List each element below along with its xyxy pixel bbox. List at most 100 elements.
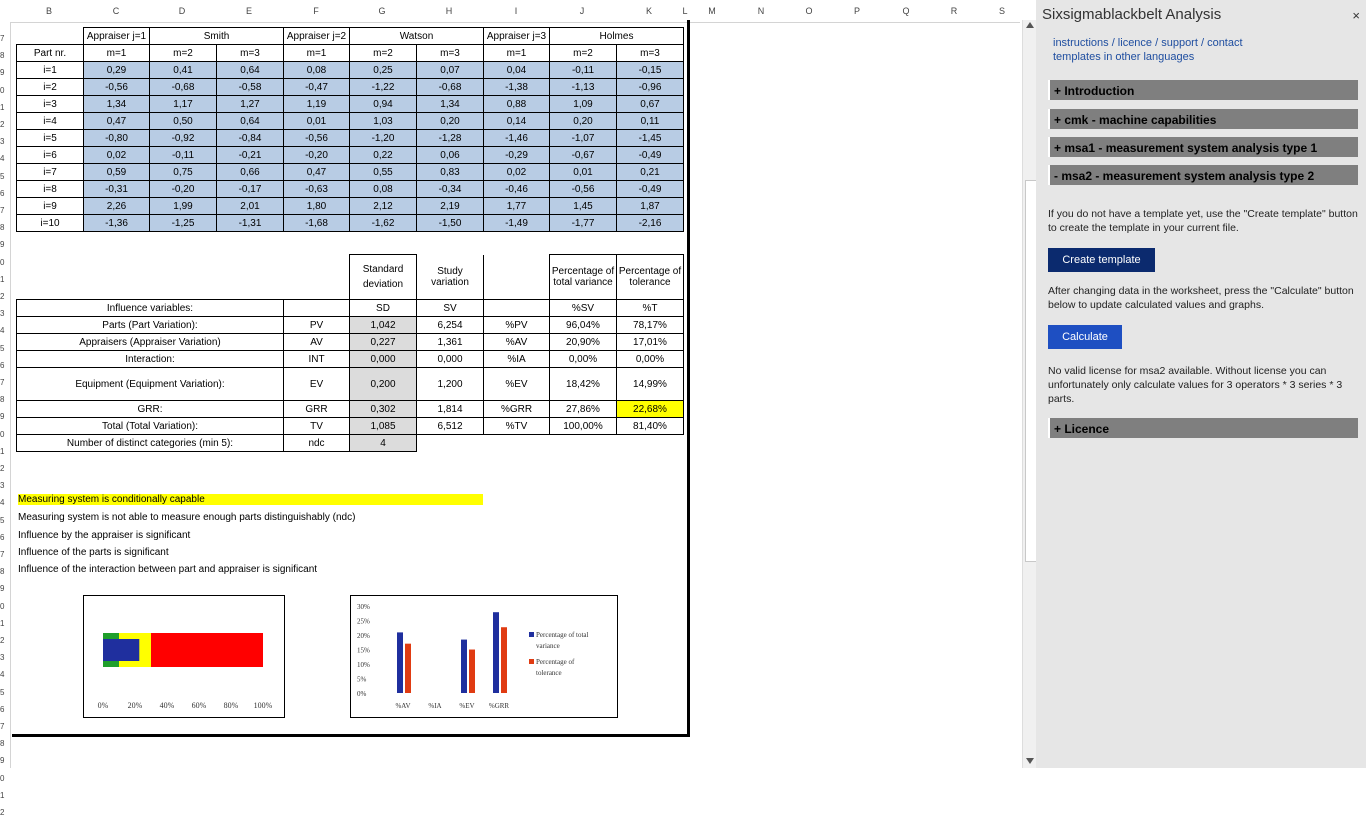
measurement-cell[interactable]: 0,25 <box>349 61 417 79</box>
part-label[interactable]: i=8 <box>16 180 84 198</box>
result-sv[interactable]: 6,254 <box>416 316 484 334</box>
result-pct-abbr[interactable]: %PV <box>483 316 550 334</box>
result-label[interactable]: GRR: <box>16 400 284 418</box>
measurement-cell[interactable]: 0,14 <box>483 112 550 130</box>
row-header[interactable]: 5 <box>0 344 4 353</box>
measurement-cell[interactable]: -0,84 <box>216 129 284 147</box>
measurement-cell[interactable]: 0,08 <box>283 61 350 79</box>
measurement-cell[interactable]: -1,20 <box>349 129 417 147</box>
row-header[interactable]: 8 <box>0 395 4 404</box>
measurement-cell[interactable]: 0,20 <box>416 112 484 130</box>
result-sv[interactable]: 1,814 <box>416 400 484 418</box>
result-pct-abbr[interactable] <box>483 299 550 317</box>
row-header[interactable]: 5 <box>0 172 4 181</box>
templates-link[interactable]: templates in other languages <box>1053 51 1194 63</box>
measurement-cell[interactable]: 0,07 <box>416 61 484 79</box>
row-header[interactable]: 9 <box>0 584 4 593</box>
measurement-cell[interactable]: 0,59 <box>83 163 150 181</box>
row-header[interactable]: 0 <box>0 430 4 439</box>
row-header[interactable]: 7 <box>0 722 4 731</box>
measurement-cell[interactable]: 0,64 <box>216 61 284 79</box>
measurement-cell[interactable]: 0,55 <box>349 163 417 181</box>
appraiser-label[interactable]: Appraiser j=1 <box>83 27 150 45</box>
measurement-cell[interactable]: -0,63 <box>283 180 350 198</box>
measurement-cell[interactable]: -0,80 <box>83 129 150 147</box>
measurement-cell[interactable]: -2,16 <box>616 214 684 232</box>
close-icon[interactable]: × <box>1352 8 1360 23</box>
column-header[interactable]: Q <box>902 6 909 16</box>
result-pct-total[interactable]: 96,04% <box>549 316 617 334</box>
measurement-cell[interactable]: 0,02 <box>483 163 550 181</box>
part-label[interactable]: i=7 <box>16 163 84 181</box>
empty-cell[interactable] <box>17 255 284 300</box>
ndc-abbr[interactable]: ndc <box>283 434 350 452</box>
scroll-down-arrow-icon[interactable] <box>1026 758 1034 764</box>
part-label[interactable]: i=2 <box>16 78 84 96</box>
column-header[interactable]: H <box>446 6 453 16</box>
measurement-cell[interactable]: 2,01 <box>216 197 284 215</box>
vertical-scrollbar[interactable] <box>1022 20 1037 768</box>
result-abbr[interactable]: AV <box>283 333 350 351</box>
ndc-value[interactable]: 4 <box>349 434 417 452</box>
row-header[interactable]: 4 <box>0 498 4 507</box>
measurement-header[interactable]: m=2 <box>349 44 417 62</box>
column-header[interactable]: E <box>246 6 252 16</box>
measurement-header[interactable]: m=3 <box>216 44 284 62</box>
measurement-header[interactable]: m=3 <box>616 44 684 62</box>
measurement-cell[interactable]: -1,38 <box>483 78 550 96</box>
measurement-cell[interactable]: -1,45 <box>616 129 684 147</box>
measurement-cell[interactable]: -0,11 <box>149 146 217 164</box>
part-label[interactable]: i=4 <box>16 112 84 130</box>
part-label[interactable]: i=1 <box>16 61 84 79</box>
result-sd[interactable]: 0,000 <box>349 350 417 368</box>
sv-header[interactable]: Study variation <box>416 254 484 300</box>
measurement-cell[interactable]: 0,01 <box>283 112 350 130</box>
measurement-cell[interactable]: -0,46 <box>483 180 550 198</box>
row-header[interactable]: 3 <box>0 309 4 318</box>
measurement-cell[interactable]: 1,80 <box>283 197 350 215</box>
measurement-cell[interactable]: 1,99 <box>149 197 217 215</box>
measurement-cell[interactable]: 1,45 <box>549 197 617 215</box>
measurement-cell[interactable]: 0,20 <box>549 112 617 130</box>
measurement-cell[interactable]: -1,62 <box>349 214 417 232</box>
measurement-cell[interactable]: 0,08 <box>349 180 417 198</box>
result-abbr[interactable]: EV <box>283 367 350 401</box>
sd-header[interactable]: Standard deviation <box>349 254 417 300</box>
measurement-cell[interactable]: 0,41 <box>149 61 217 79</box>
part-label[interactable]: i=5 <box>16 129 84 147</box>
measurement-cell[interactable]: 2,19 <box>416 197 484 215</box>
part-label[interactable]: i=3 <box>16 95 84 113</box>
row-header[interactable]: 8 <box>0 739 4 748</box>
measurement-cell[interactable]: -0,67 <box>549 146 617 164</box>
result-sv[interactable]: SV <box>416 299 484 317</box>
measurement-cell[interactable]: -1,50 <box>416 214 484 232</box>
result-pct-abbr[interactable]: %GRR <box>483 400 550 418</box>
appraiser-label[interactable]: Appraiser j=3 <box>483 27 550 45</box>
row-header[interactable]: 1 <box>0 447 4 456</box>
measurement-cell[interactable]: -1,36 <box>83 214 150 232</box>
row-header[interactable]: 7 <box>0 206 4 215</box>
result-pct-total[interactable]: 20,90% <box>549 333 617 351</box>
row-header[interactable]: 8 <box>0 567 4 576</box>
appraiser-name[interactable]: Smith <box>149 27 284 45</box>
column-header[interactable]: K <box>646 6 652 16</box>
section-licence[interactable]: + Licence <box>1048 418 1358 438</box>
result-sv[interactable]: 0,000 <box>416 350 484 368</box>
result-abbr[interactable]: TV <box>283 417 350 435</box>
part-label[interactable]: i=10 <box>16 214 84 232</box>
result-abbr[interactable]: PV <box>283 316 350 334</box>
measurement-cell[interactable]: -0,49 <box>616 180 684 198</box>
column-header[interactable]: O <box>805 6 812 16</box>
column-header[interactable]: G <box>378 6 385 16</box>
row-header[interactable]: 3 <box>0 481 4 490</box>
row-header[interactable]: 4 <box>0 670 4 679</box>
measurement-cell[interactable]: -1,77 <box>549 214 617 232</box>
part-label[interactable]: i=9 <box>16 197 84 215</box>
measurement-header[interactable]: m=1 <box>483 44 550 62</box>
column-header[interactable]: I <box>515 6 518 16</box>
column-header[interactable]: L <box>682 6 687 16</box>
row-header[interactable]: 0 <box>0 86 4 95</box>
result-pct-total[interactable]: 0,00% <box>549 350 617 368</box>
row-header[interactable]: 6 <box>0 533 4 542</box>
pct-total-header[interactable]: Percentage of total variance <box>549 254 617 300</box>
